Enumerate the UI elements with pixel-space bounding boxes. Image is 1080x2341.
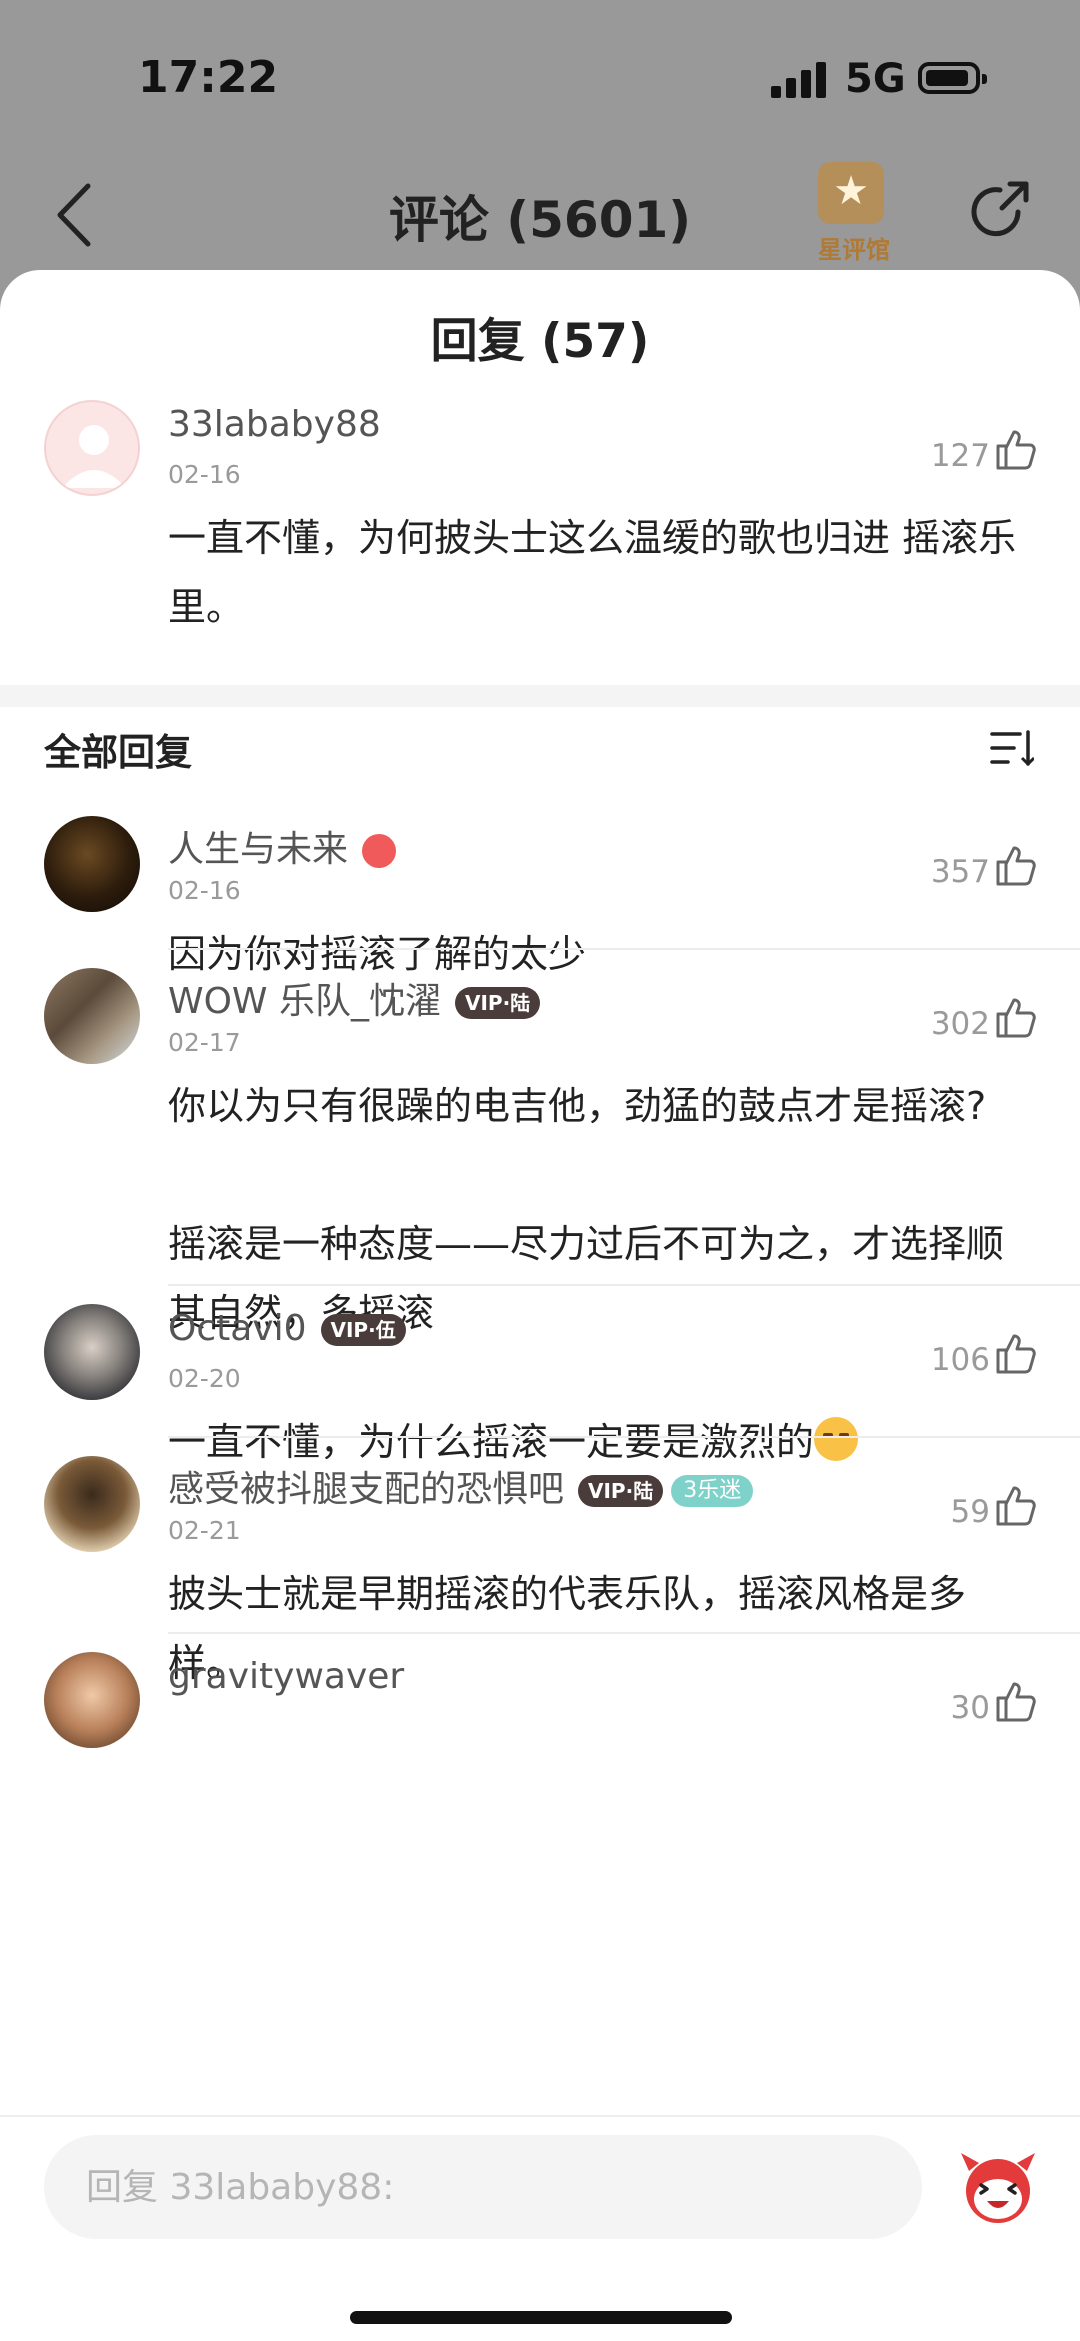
status-time: 17:22: [138, 52, 279, 103]
like-count: 127: [930, 438, 990, 474]
username-row: Octavi0 VIP·伍: [168, 1308, 406, 1349]
parent-comment: 33lababy88 02-16 127 一直不懂，为何披头士这么温缓的歌也归进…: [0, 400, 1080, 668]
reply-sheet: 回复 (57) 33lababy88 02-16 127 一直不懂，为何披头士这…: [0, 270, 1080, 2341]
avatar[interactable]: [44, 400, 140, 496]
reply-item: Octavi0 VIP·伍 02-20 106 一直不懂，为什么摇滚一定要是激烈的: [0, 1304, 1080, 1464]
music-badge-icon: [362, 834, 397, 868]
page-title: 评论 (5601): [388, 191, 692, 249]
avatar[interactable]: [44, 968, 140, 1064]
home-indicator: [350, 2311, 732, 2324]
like-count: 30: [950, 1690, 990, 1726]
reply-item: gravitywaver 30: [0, 1652, 1080, 1782]
sort-icon[interactable]: [990, 728, 1034, 768]
reply-item: WOW 乐队_忱濯 VIP·陆 02-17 302 你以为只有很躁的电吉他，劲猛的…: [0, 968, 1080, 1335]
like-count: 302: [930, 1006, 990, 1042]
avatar[interactable]: [44, 1652, 140, 1748]
like-count: 59: [950, 1494, 990, 1530]
battery-icon: [918, 62, 987, 94]
username-row: 感受被抖腿支配的恐惧吧 VIP·陆 3乐迷: [168, 1460, 754, 1512]
thumbs-up-icon[interactable]: [994, 1482, 1040, 1528]
username-row: 人生与未来: [168, 820, 397, 872]
comment-date: 02-16: [168, 876, 241, 905]
brand-logo-text: 星评馆: [818, 235, 890, 264]
nav-bar: 评论 (5601) ★ 星评馆: [0, 150, 1080, 280]
divider: [168, 1632, 1080, 1634]
vip-badge: VIP·陆: [578, 1475, 664, 1507]
status-bar: 17:22 5G: [0, 0, 1080, 150]
sheet-title: 回复 (57): [430, 314, 650, 369]
avatar[interactable]: [44, 1304, 140, 1400]
like-count: 357: [930, 854, 990, 890]
username[interactable]: 33lababy88: [168, 404, 381, 445]
username[interactable]: WOW 乐队_忱濯: [168, 981, 441, 1022]
comment-text: 一直不懂，为何披头士这么温缓的歌也归进 摇滚乐 里。: [168, 516, 1029, 629]
username[interactable]: 感受被抖腿支配的恐惧吧: [168, 1469, 564, 1510]
screen: 17:22 5G 评论 (5601) ★ 星评馆 回复 (57) 33labab…: [0, 0, 1080, 2341]
username[interactable]: 人生与未来: [168, 829, 348, 870]
comment-date: 02-17: [168, 1028, 241, 1057]
signal-icon: [771, 60, 827, 98]
like-count: 106: [930, 1342, 990, 1378]
divider: [168, 1436, 1080, 1438]
share-icon[interactable]: [966, 178, 1032, 244]
reply-input[interactable]: [44, 2135, 922, 2239]
vip-badge: VIP·伍: [320, 1314, 406, 1346]
reply-item: 感受被抖腿支配的恐惧吧 VIP·陆 3乐迷 02-21 59 披头士就是早期摇滚的代…: [0, 1456, 1080, 1685]
username[interactable]: gravitywaver: [168, 1656, 404, 1697]
avatar[interactable]: [44, 1456, 140, 1552]
thumbs-up-icon[interactable]: [994, 426, 1040, 472]
username[interactable]: Octavi0: [168, 1308, 307, 1349]
network-type: 5G: [845, 56, 906, 102]
emoji-icon[interactable]: [955, 2143, 1041, 2229]
unamused-emoji-icon: [814, 1417, 859, 1461]
reply-item: 人生与未来 02-16 357 因为你对摇滚了解的太少: [0, 816, 1080, 976]
reply-input-bar: [0, 2115, 1080, 2341]
username-row: WOW 乐队_忱濯 VIP·陆: [168, 972, 541, 1024]
thumbs-up-icon[interactable]: [994, 1678, 1040, 1724]
thumbs-up-icon[interactable]: [994, 842, 1040, 888]
comment-date: 02-16: [168, 460, 241, 489]
comment-date: 02-21: [168, 1516, 241, 1545]
thumbs-up-icon[interactable]: [994, 1330, 1040, 1376]
divider: [168, 1284, 1080, 1286]
avatar[interactable]: [44, 816, 140, 912]
comment-date: 02-20: [168, 1364, 241, 1393]
section-divider: [0, 685, 1080, 707]
brand-logo: ★ 星评馆: [810, 162, 890, 267]
thumbs-up-icon[interactable]: [994, 994, 1040, 1040]
fan-badge: 3乐迷: [671, 1475, 754, 1507]
divider: [168, 948, 1080, 950]
vip-badge: VIP·陆: [454, 987, 541, 1019]
section-title: 全部回复: [44, 731, 192, 774]
